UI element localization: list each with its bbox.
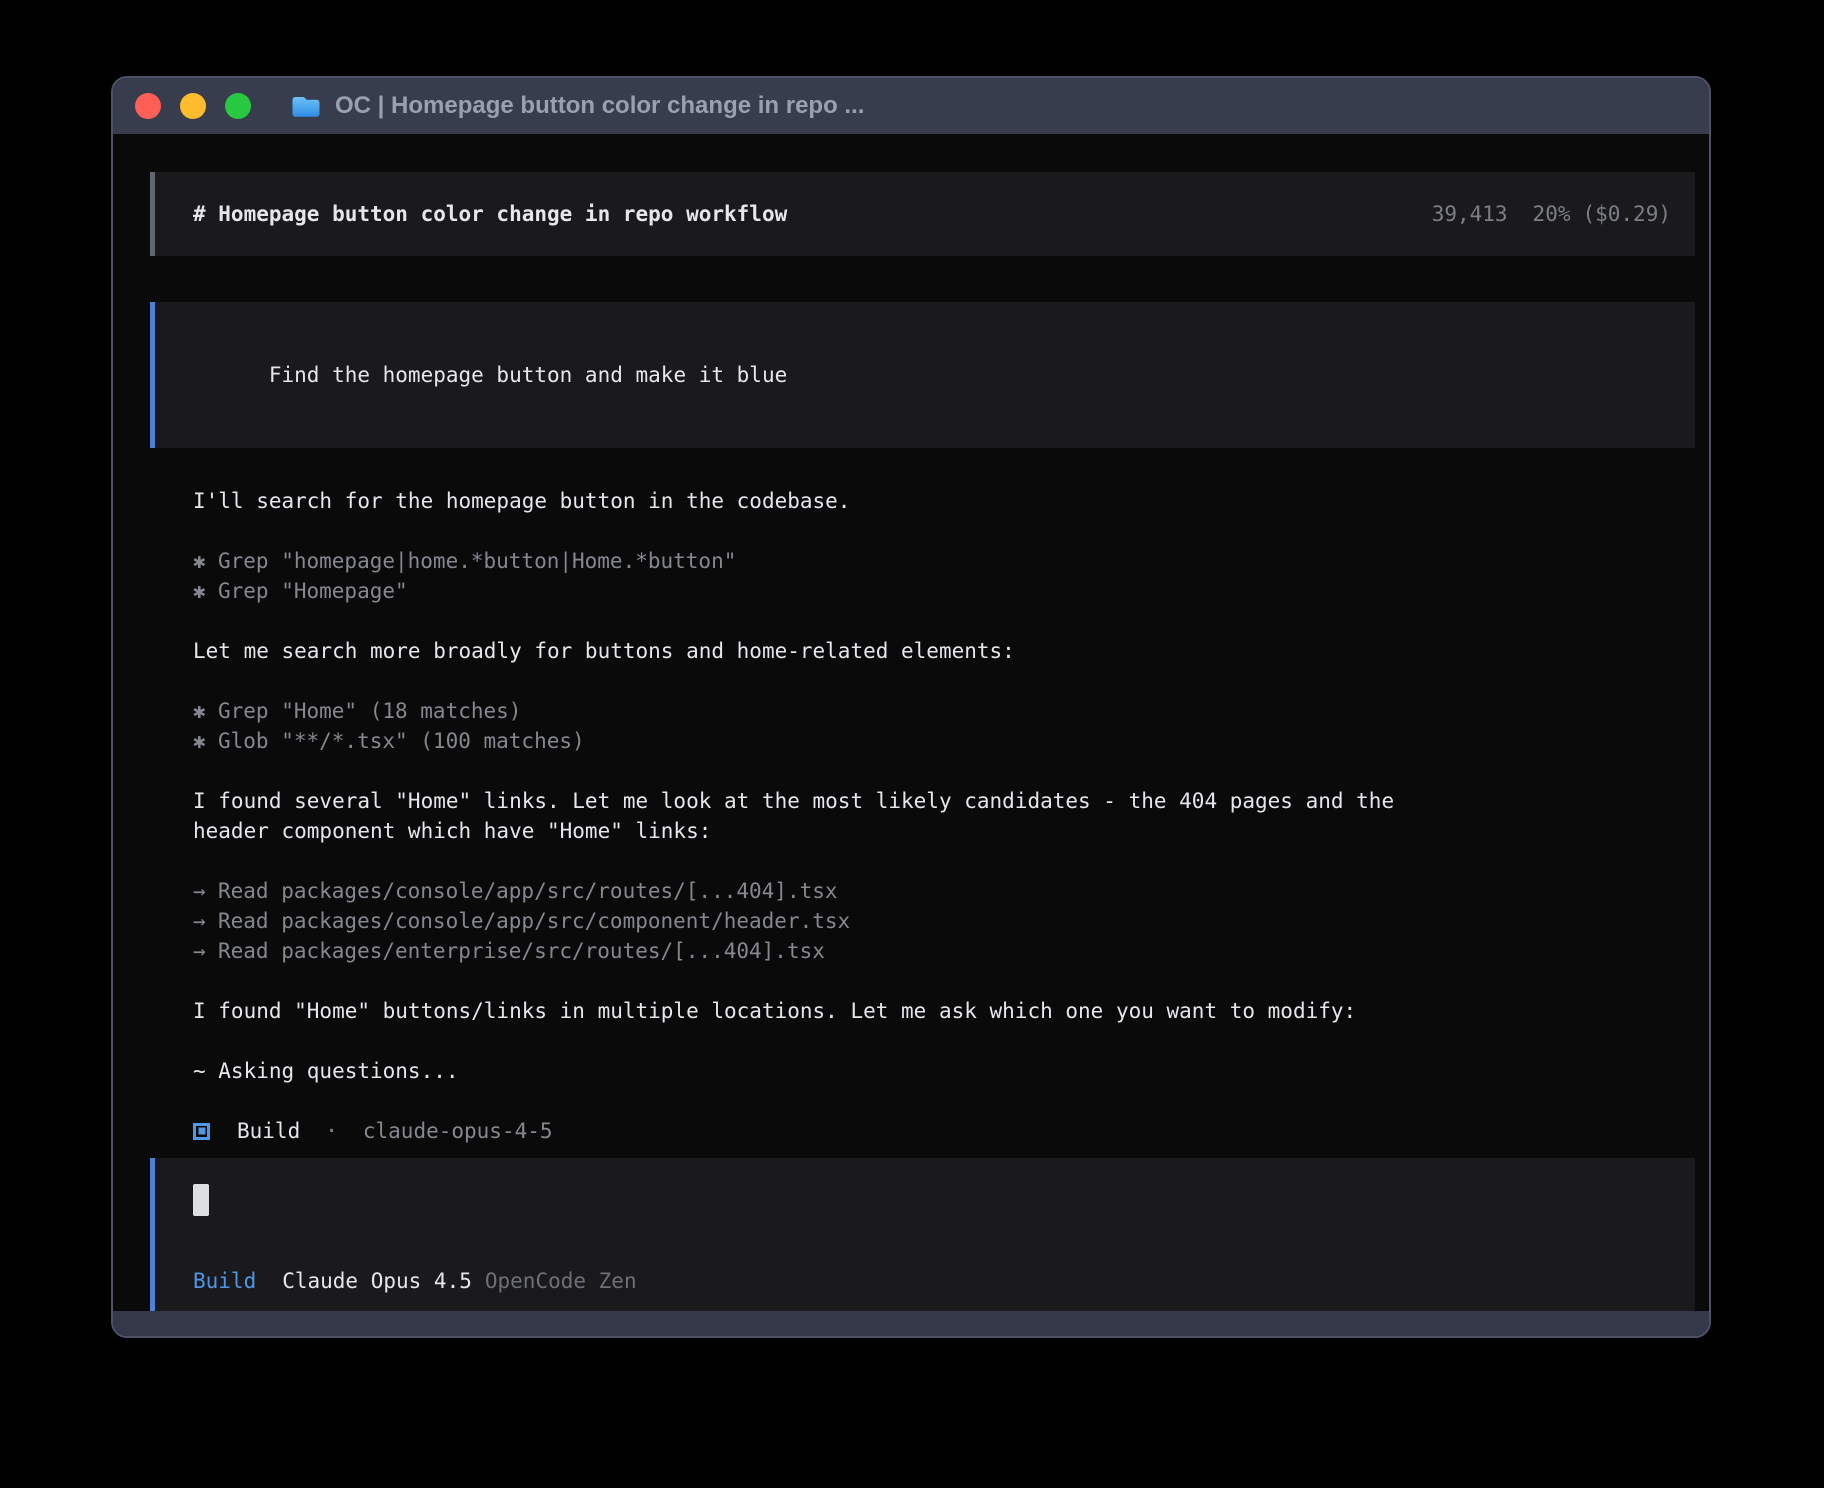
tool-call-row: ✱ Glob "**/*.tsx" (100 matches)	[193, 726, 1695, 756]
assistant-response: I'll search for the homepage button in t…	[193, 486, 1695, 1146]
token-count: 39,413	[1432, 202, 1508, 226]
tool-call-row: ✱ Grep "Home" (18 matches)	[193, 696, 1695, 726]
tool-call-text: Grep "Homepage"	[218, 579, 408, 603]
assistant-paragraph: ~ Asking questions...	[193, 1056, 1695, 1086]
arrow-right-icon: →	[193, 876, 206, 906]
agent-model: claude-opus-4-5	[363, 1116, 553, 1146]
assistant-text-line: ~ Asking questions...	[193, 1056, 1695, 1086]
asterisk-icon: ✱	[193, 726, 206, 756]
session-header: # Homepage button color change in repo w…	[150, 172, 1695, 256]
tool-call-row: ✱ Grep "Homepage"	[193, 576, 1695, 606]
asterisk-icon: ✱	[193, 576, 206, 606]
tool-call-text: Read packages/enterprise/src/routes/[...…	[218, 939, 825, 963]
assistant-paragraph: → Read packages/console/app/src/routes/[.…	[193, 876, 1695, 966]
agent-badge: Build · claude-opus-4-5	[193, 1116, 1695, 1146]
window-bottom-edge	[113, 1311, 1709, 1336]
session-stats: 39,413 20% ($0.29)	[1432, 199, 1671, 229]
tool-call-text: Glob "**/*.tsx" (100 matches)	[218, 729, 585, 753]
window-titlebar[interactable]: OC | Homepage button color change in rep…	[113, 78, 1709, 134]
terminal-window: OC | Homepage button color change in rep…	[111, 76, 1711, 1338]
tool-call-text: Read packages/console/app/src/component/…	[218, 909, 850, 933]
assistant-paragraph: I found "Home" buttons/links in multiple…	[193, 996, 1695, 1026]
user-message: Find the homepage button and make it blu…	[150, 302, 1695, 448]
terminal-content: # Homepage button color change in repo w…	[113, 134, 1709, 1311]
tool-call-text: Grep "Home" (18 matches)	[218, 699, 521, 723]
asterisk-icon: ✱	[193, 696, 206, 726]
asterisk-icon: ✱	[193, 546, 206, 576]
assistant-text-line: I'll search for the homepage button in t…	[193, 486, 1695, 516]
assistant-text-line: I found several "Home" links. Let me loo…	[193, 786, 1695, 816]
tool-call-row: ✱ Grep "homepage|home.*button|Home.*butto…	[193, 546, 1695, 576]
window-title: OC | Homepage button color change in rep…	[335, 92, 864, 120]
assistant-paragraph: ✱ Grep "homepage|home.*button|Home.*butto…	[193, 546, 1695, 606]
close-button[interactable]	[135, 93, 161, 119]
titlebar-title-group: OC | Homepage button color change in rep…	[291, 92, 864, 120]
assistant-paragraph: I'll search for the homepage button in t…	[193, 486, 1695, 516]
active-model-label[interactable]: Claude Opus 4.5	[282, 1266, 472, 1296]
folder-icon	[291, 94, 321, 119]
active-agent-label[interactable]: Build	[193, 1266, 256, 1296]
arrow-right-icon: →	[193, 906, 206, 936]
tool-call-text: Read packages/console/app/src/routes/[..…	[218, 879, 838, 903]
tool-call-row: → Read packages/enterprise/src/routes/[..…	[193, 936, 1695, 966]
session-title: # Homepage button color change in repo w…	[193, 199, 787, 229]
tool-call-row: → Read packages/console/app/src/routes/[.…	[193, 876, 1695, 906]
arrow-right-icon: →	[193, 936, 206, 966]
tool-call-text: Grep "homepage|home.*button|Home.*button…	[218, 549, 736, 573]
assistant-text-line: header component which have "Home" links…	[193, 816, 1695, 846]
assistant-text-line: Let me search more broadly for buttons a…	[193, 636, 1695, 666]
assistant-paragraph: I found several "Home" links. Let me loo…	[193, 786, 1695, 846]
user-message-text: Find the homepage button and make it blu…	[269, 363, 787, 387]
badge-separator: ·	[325, 1116, 338, 1146]
provider-label: OpenCode Zen	[485, 1266, 637, 1296]
minimize-button[interactable]	[180, 93, 206, 119]
assistant-text-line: I found "Home" buttons/links in multiple…	[193, 996, 1695, 1026]
zoom-button[interactable]	[225, 93, 251, 119]
build-square-icon	[193, 1123, 210, 1140]
tool-call-row: → Read packages/console/app/src/component…	[193, 906, 1695, 936]
context-percent: 20%	[1533, 202, 1571, 226]
assistant-paragraph: Let me search more broadly for buttons a…	[193, 636, 1695, 666]
traffic-lights	[135, 93, 251, 119]
prompt-input[interactable]: Build Claude Opus 4.5 OpenCode Zen	[150, 1158, 1695, 1311]
input-footer: Build Claude Opus 4.5 OpenCode Zen	[193, 1266, 1671, 1296]
agent-name: Build	[237, 1116, 300, 1146]
session-cost: ($0.29)	[1582, 202, 1671, 226]
assistant-paragraph: ✱ Grep "Home" (18 matches) ✱ Glob "**/*.tsx…	[193, 696, 1695, 756]
text-cursor	[193, 1184, 209, 1216]
